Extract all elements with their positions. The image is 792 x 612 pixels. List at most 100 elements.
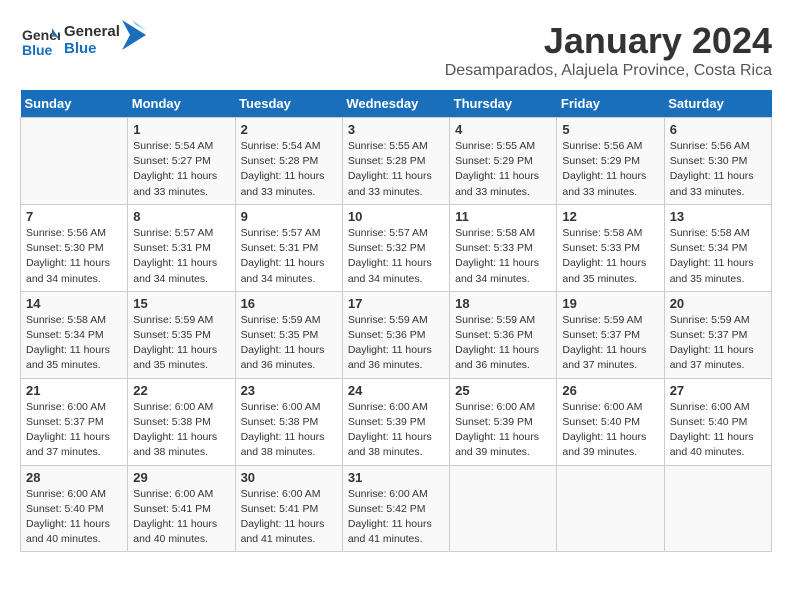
calendar-cell: 29 Sunrise: 6:00 AMSunset: 5:41 PMDayligh… — [128, 465, 235, 552]
title-area: January 2024 Desamparados, Alajuela Prov… — [445, 20, 772, 80]
day-info: Sunrise: 5:54 AMSunset: 5:28 PMDaylight:… — [241, 139, 337, 200]
day-info: Sunrise: 5:59 AMSunset: 5:36 PMDaylight:… — [455, 313, 551, 374]
day-number: 21 — [26, 383, 122, 398]
weekday-header: Friday — [557, 90, 664, 118]
weekday-header: Thursday — [450, 90, 557, 118]
weekday-header: Sunday — [21, 90, 128, 118]
calendar-cell: 10 Sunrise: 5:57 AMSunset: 5:32 PMDayligh… — [342, 204, 449, 291]
day-info: Sunrise: 5:58 AMSunset: 5:34 PMDaylight:… — [26, 313, 122, 374]
day-number: 12 — [562, 209, 658, 224]
calendar-week-row: 1 Sunrise: 5:54 AMSunset: 5:27 PMDaylight… — [21, 118, 772, 205]
calendar-cell: 28 Sunrise: 6:00 AMSunset: 5:40 PMDayligh… — [21, 465, 128, 552]
day-info: Sunrise: 5:55 AMSunset: 5:28 PMDaylight:… — [348, 139, 444, 200]
svg-text:Blue: Blue — [22, 42, 53, 58]
location-title: Desamparados, Alajuela Province, Costa R… — [445, 62, 772, 80]
day-info: Sunrise: 5:58 AMSunset: 5:33 PMDaylight:… — [455, 226, 551, 287]
calendar-week-row: 14Sunrise: 5:58 AMSunset: 5:34 PMDayligh… — [21, 291, 772, 378]
day-number: 5 — [562, 122, 658, 137]
day-number: 1 — [133, 122, 229, 137]
calendar-table: SundayMondayTuesdayWednesdayThursdayFrid… — [20, 90, 772, 552]
day-info: Sunrise: 5:56 AMSunset: 5:30 PMDaylight:… — [26, 226, 122, 287]
day-info: Sunrise: 6:00 AMSunset: 5:39 PMDaylight:… — [455, 400, 551, 461]
day-number: 26 — [562, 383, 658, 398]
day-number: 19 — [562, 296, 658, 311]
calendar-cell: 9 Sunrise: 5:57 AMSunset: 5:31 PMDaylight… — [235, 204, 342, 291]
day-number: 8 — [133, 209, 229, 224]
calendar-cell — [21, 118, 128, 205]
logo-arrow-icon — [122, 20, 146, 50]
calendar-cell: 18 Sunrise: 5:59 AMSunset: 5:36 PMDayligh… — [450, 291, 557, 378]
calendar-cell: 16 Sunrise: 5:59 AMSunset: 5:35 PMDayligh… — [235, 291, 342, 378]
day-number: 6 — [670, 122, 766, 137]
day-info: Sunrise: 5:54 AMSunset: 5:27 PMDaylight:… — [133, 139, 229, 200]
calendar-cell: 20Sunrise: 5:59 AMSunset: 5:37 PMDayligh… — [664, 291, 771, 378]
calendar-cell: 12 Sunrise: 5:58 AMSunset: 5:33 PMDayligh… — [557, 204, 664, 291]
calendar-cell: 27 Sunrise: 6:00 AMSunset: 5:40 PMDayligh… — [664, 378, 771, 465]
day-number: 27 — [670, 383, 766, 398]
calendar-cell: 3 Sunrise: 5:55 AMSunset: 5:28 PMDaylight… — [342, 118, 449, 205]
day-info: Sunrise: 5:59 AMSunset: 5:35 PMDaylight:… — [241, 313, 337, 374]
calendar-cell: 8Sunrise: 5:57 AMSunset: 5:31 PMDaylight… — [128, 204, 235, 291]
day-number: 30 — [241, 470, 337, 485]
logo: General Blue General Blue — [20, 20, 146, 60]
calendar-cell: 6 Sunrise: 5:56 AMSunset: 5:30 PMDaylight… — [664, 118, 771, 205]
calendar-cell — [450, 465, 557, 552]
day-info: Sunrise: 6:00 AMSunset: 5:42 PMDaylight:… — [348, 487, 444, 548]
calendar-cell: 22 Sunrise: 6:00 AMSunset: 5:38 PMDayligh… — [128, 378, 235, 465]
calendar-cell: 24Sunrise: 6:00 AMSunset: 5:39 PMDayligh… — [342, 378, 449, 465]
logo-general: General — [64, 23, 120, 40]
calendar-week-row: 7 Sunrise: 5:56 AMSunset: 5:30 PMDaylight… — [21, 204, 772, 291]
day-number: 2 — [241, 122, 337, 137]
weekday-header: Tuesday — [235, 90, 342, 118]
calendar-cell — [664, 465, 771, 552]
day-info: Sunrise: 6:00 AMSunset: 5:38 PMDaylight:… — [241, 400, 337, 461]
day-info: Sunrise: 5:58 AMSunset: 5:33 PMDaylight:… — [562, 226, 658, 287]
day-info: Sunrise: 6:00 AMSunset: 5:40 PMDaylight:… — [562, 400, 658, 461]
day-info: Sunrise: 5:59 AMSunset: 5:37 PMDaylight:… — [562, 313, 658, 374]
calendar-week-row: 28 Sunrise: 6:00 AMSunset: 5:40 PMDayligh… — [21, 465, 772, 552]
day-number: 4 — [455, 122, 551, 137]
calendar-cell: 15Sunrise: 5:59 AMSunset: 5:35 PMDayligh… — [128, 291, 235, 378]
day-number: 22 — [133, 383, 229, 398]
day-info: Sunrise: 6:00 AMSunset: 5:40 PMDaylight:… — [670, 400, 766, 461]
day-info: Sunrise: 5:56 AMSunset: 5:30 PMDaylight:… — [670, 139, 766, 200]
day-number: 11 — [455, 209, 551, 224]
day-info: Sunrise: 5:55 AMSunset: 5:29 PMDaylight:… — [455, 139, 551, 200]
day-info: Sunrise: 6:00 AMSunset: 5:38 PMDaylight:… — [133, 400, 229, 461]
day-info: Sunrise: 5:57 AMSunset: 5:32 PMDaylight:… — [348, 226, 444, 287]
calendar-cell: 19 Sunrise: 5:59 AMSunset: 5:37 PMDayligh… — [557, 291, 664, 378]
day-number: 3 — [348, 122, 444, 137]
calendar-cell: 31Sunrise: 6:00 AMSunset: 5:42 PMDayligh… — [342, 465, 449, 552]
calendar-cell: 13Sunrise: 5:58 AMSunset: 5:34 PMDayligh… — [664, 204, 771, 291]
day-info: Sunrise: 5:59 AMSunset: 5:36 PMDaylight:… — [348, 313, 444, 374]
day-info: Sunrise: 6:00 AMSunset: 5:41 PMDaylight:… — [133, 487, 229, 548]
calendar-cell: 17 Sunrise: 5:59 AMSunset: 5:36 PMDayligh… — [342, 291, 449, 378]
day-number: 25 — [455, 383, 551, 398]
day-info: Sunrise: 5:57 AMSunset: 5:31 PMDaylight:… — [241, 226, 337, 287]
day-number: 10 — [348, 209, 444, 224]
day-info: Sunrise: 6:00 AMSunset: 5:41 PMDaylight:… — [241, 487, 337, 548]
day-number: 17 — [348, 296, 444, 311]
day-number: 23 — [241, 383, 337, 398]
calendar-cell: 7 Sunrise: 5:56 AMSunset: 5:30 PMDaylight… — [21, 204, 128, 291]
day-info: Sunrise: 5:59 AMSunset: 5:37 PMDaylight:… — [670, 313, 766, 374]
day-number: 7 — [26, 209, 122, 224]
month-title: January 2024 — [445, 20, 772, 62]
calendar-cell: 4 Sunrise: 5:55 AMSunset: 5:29 PMDaylight… — [450, 118, 557, 205]
calendar-cell — [557, 465, 664, 552]
day-number: 16 — [241, 296, 337, 311]
day-number: 15 — [133, 296, 229, 311]
day-info: Sunrise: 6:00 AMSunset: 5:39 PMDaylight:… — [348, 400, 444, 461]
calendar-cell: 11 Sunrise: 5:58 AMSunset: 5:33 PMDayligh… — [450, 204, 557, 291]
logo-blue: Blue — [64, 40, 120, 57]
day-number: 9 — [241, 209, 337, 224]
calendar-cell: 5Sunrise: 5:56 AMSunset: 5:29 PMDaylight… — [557, 118, 664, 205]
day-info: Sunrise: 6:00 AMSunset: 5:40 PMDaylight:… — [26, 487, 122, 548]
calendar-cell: 25 Sunrise: 6:00 AMSunset: 5:39 PMDayligh… — [450, 378, 557, 465]
day-number: 28 — [26, 470, 122, 485]
day-info: Sunrise: 6:00 AMSunset: 5:37 PMDaylight:… — [26, 400, 122, 461]
weekday-header: Monday — [128, 90, 235, 118]
calendar-cell: 2 Sunrise: 5:54 AMSunset: 5:28 PMDaylight… — [235, 118, 342, 205]
day-number: 29 — [133, 470, 229, 485]
day-number: 18 — [455, 296, 551, 311]
